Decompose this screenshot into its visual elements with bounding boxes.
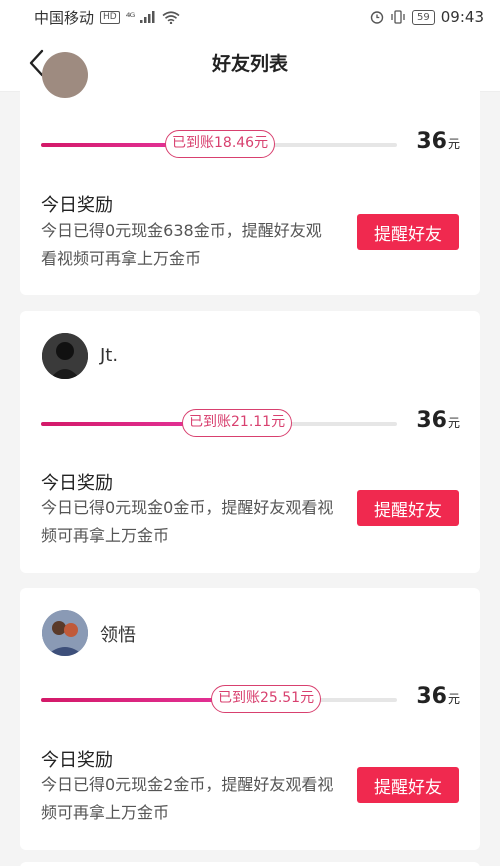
reward-title: 今日奖励 <box>41 473 113 494</box>
friend-card: 领悟 已到账25.51元 36元 今日奖励 今日已得0元现金2金币，提醒好友观看… <box>20 588 480 850</box>
signal-icon <box>140 11 155 23</box>
earned-pill: 已到账25.51元 <box>211 685 322 713</box>
amount-unit: 元 <box>447 137 460 151</box>
earnings-progress: 已到账18.46元 <box>41 130 397 158</box>
reward-description: 今日已得0元现金2金币，提醒好友观看视频可再拿上万金币 <box>41 775 334 822</box>
hd-badge: HD <box>100 10 120 24</box>
carrier-name: 中国移动 <box>34 8 95 27</box>
avatar[interactable] <box>42 52 88 98</box>
reward-description: 今日已得0元现金0金币，提醒好友观看视频可再拿上万金币 <box>41 498 334 545</box>
network-type: ⁴ᴳ <box>125 10 136 24</box>
friend-card: 已到账18.46元 36元 今日奖励 今日已得0元现金638金币，提醒好友观看视… <box>20 52 480 295</box>
friend-card <box>20 862 480 866</box>
user-silhouette-icon <box>42 333 88 379</box>
wifi-icon <box>162 10 180 24</box>
earnings-progress: 已到账21.11元 <box>41 409 397 437</box>
avatar[interactable] <box>42 333 88 379</box>
earnings-progress: 已到账25.51元 <box>41 685 397 713</box>
alarm-icon <box>370 11 384 24</box>
earned-pill: 已到账21.11元 <box>182 409 293 437</box>
amount-value: 36 <box>416 408 447 433</box>
target-amount: 36元 <box>416 408 460 433</box>
avatar[interactable] <box>42 610 88 656</box>
status-right: 59 09:43 <box>370 8 484 26</box>
friend-card: Jt. 已到账21.11元 36元 今日奖励 今日已得0元现金0金币，提醒好友观… <box>20 311 480 573</box>
earned-pill: 已到账18.46元 <box>165 130 276 158</box>
status-bar: 中国移动 HD ⁴ᴳ 59 09:43 <box>0 0 500 34</box>
target-amount: 36元 <box>416 684 460 709</box>
friend-name: 领悟 <box>100 625 136 646</box>
page-title: 好友列表 <box>211 53 288 75</box>
amount-value: 36 <box>416 129 447 154</box>
vibrate-icon <box>391 10 405 24</box>
amount-unit: 元 <box>447 692 460 706</box>
amount-value: 36 <box>416 684 447 709</box>
amount-unit: 元 <box>447 416 460 430</box>
remind-friend-button[interactable]: 提醒好友 <box>357 214 459 250</box>
friend-name: Jt. <box>100 345 119 366</box>
status-left: 中国移动 HD ⁴ᴳ <box>34 7 180 28</box>
remind-friend-button[interactable]: 提醒好友 <box>357 490 459 526</box>
clock: 09:43 <box>440 8 484 26</box>
reward-description: 今日已得0元现金638金币，提醒好友观看视频可再拿上万金币 <box>41 221 322 268</box>
remind-friend-button[interactable]: 提醒好友 <box>357 767 459 803</box>
user-photo-icon <box>42 610 88 656</box>
reward-title: 今日奖励 <box>41 750 113 771</box>
target-amount: 36元 <box>416 129 460 154</box>
reward-title: 今日奖励 <box>41 195 113 216</box>
battery-icon: 59 <box>412 9 435 25</box>
